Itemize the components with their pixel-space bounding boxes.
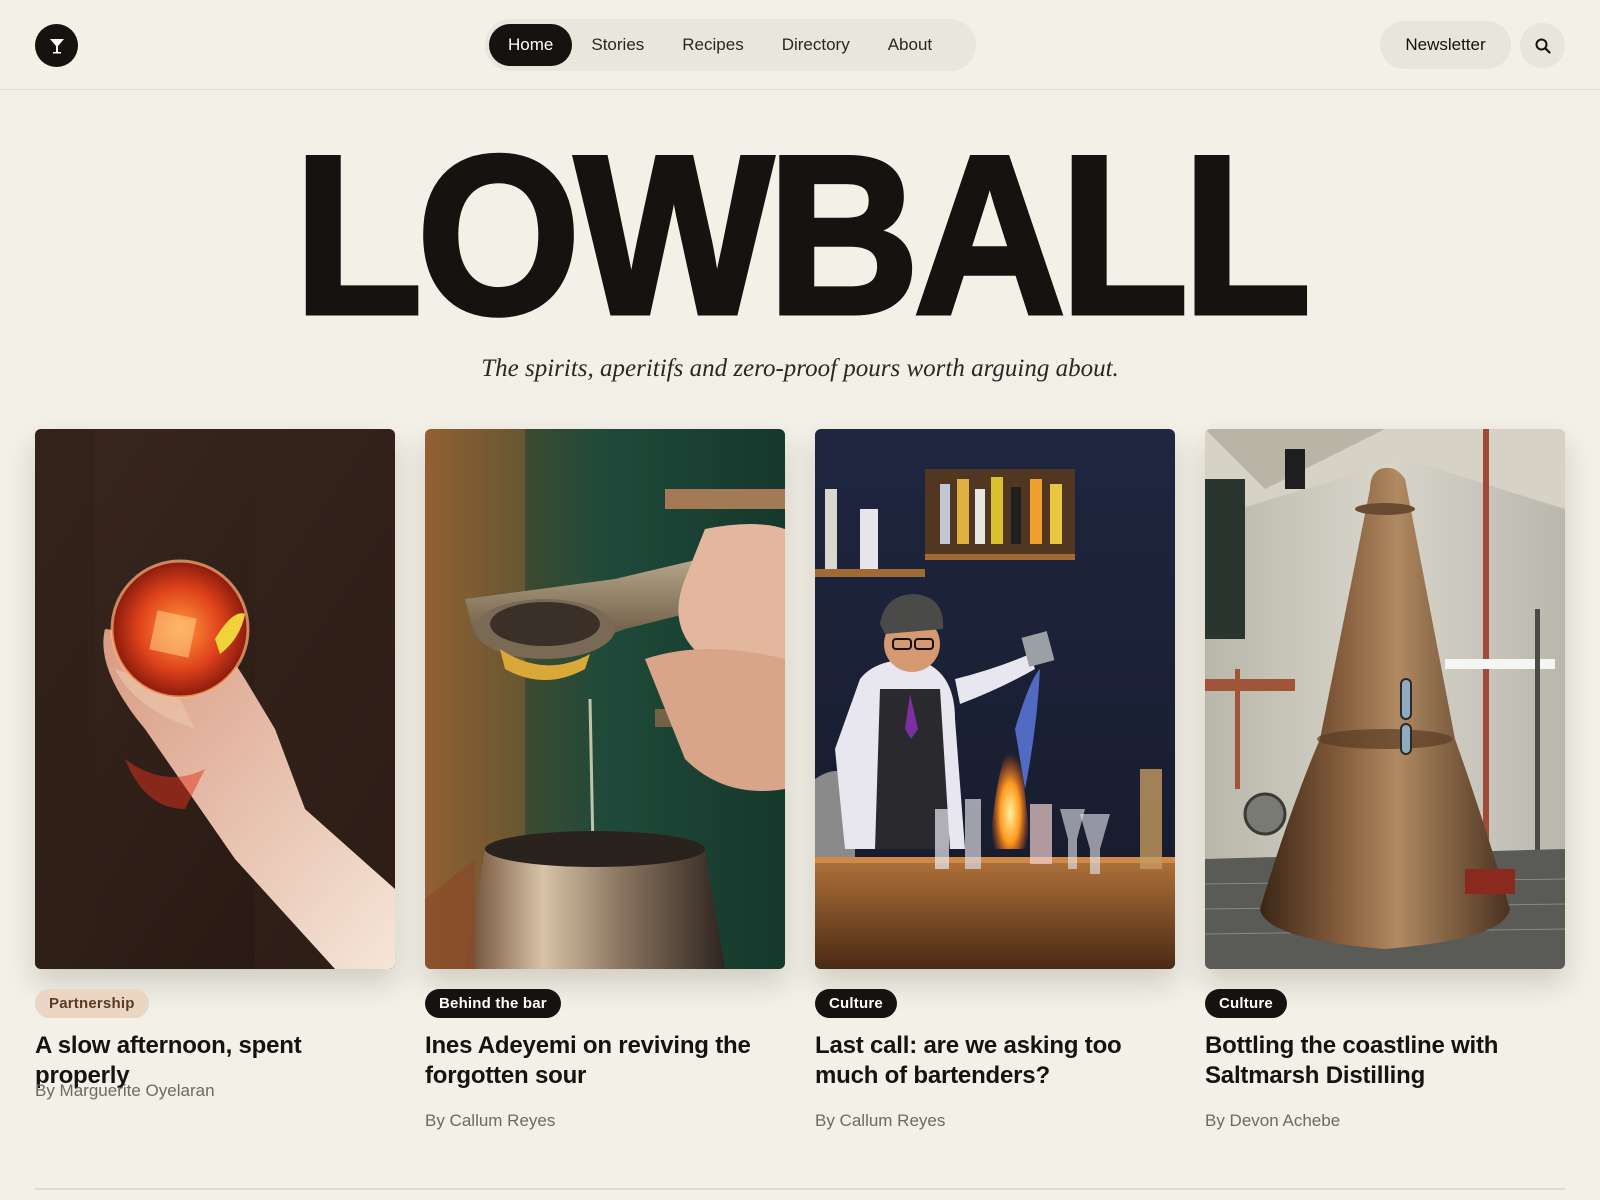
- story-card: Culture Bottling the coastline with Salt…: [1205, 429, 1565, 1130]
- story-image[interactable]: [425, 429, 785, 969]
- newsletter-button[interactable]: Newsletter: [1380, 21, 1511, 69]
- search-icon: [1535, 38, 1551, 54]
- story-title[interactable]: Bottling the coastline with Saltmarsh Di…: [1205, 1031, 1565, 1091]
- nav-item-about[interactable]: About: [869, 24, 951, 66]
- cocktail-glass-icon: [49, 38, 64, 53]
- story-image[interactable]: [1205, 429, 1565, 969]
- nav-item-directory[interactable]: Directory: [763, 24, 869, 66]
- story-author: By Devon Achebe: [1205, 1111, 1341, 1130]
- story-title[interactable]: Ines Adeyemi on reviving the forgotten s…: [425, 1031, 785, 1091]
- nav-item-recipes[interactable]: Recipes: [663, 24, 762, 66]
- story-author: By Callum Reyes: [425, 1111, 556, 1130]
- nav-item-stories[interactable]: Stories: [572, 24, 663, 66]
- story-author: By Callum Reyes: [815, 1111, 946, 1130]
- story-author: By Marguerite Oyelaran: [35, 1081, 215, 1100]
- nav-item-home[interactable]: Home: [489, 24, 573, 66]
- bartender-photo: [815, 429, 1175, 969]
- story-card: Partnership A slow afternoon, spent prop…: [35, 429, 395, 1100]
- negroni-photo: [35, 429, 395, 969]
- story-grid: Partnership A slow afternoon, spent prop…: [35, 429, 1565, 1130]
- story-image[interactable]: [35, 429, 395, 969]
- story-card: Culture Last call: are we asking too muc…: [815, 429, 1175, 1130]
- category-tag[interactable]: Culture: [1205, 989, 1287, 1018]
- masthead-title: LOWBALL: [292, 108, 1314, 361]
- story-image[interactable]: [815, 429, 1175, 969]
- citrus-press-photo: [425, 429, 785, 969]
- category-tag[interactable]: Culture: [815, 989, 897, 1018]
- masthead: LOWBALL: [0, 119, 1600, 350]
- main-nav: Home Stories Recipes Directory About: [485, 19, 976, 71]
- story-card: Behind the bar Ines Adeyemi on reviving …: [425, 429, 785, 1130]
- category-tag[interactable]: Partnership: [35, 989, 149, 1018]
- logo[interactable]: [35, 24, 78, 67]
- copper-still-photo: [1205, 429, 1565, 969]
- story-title[interactable]: Last call: are we asking too much of bar…: [815, 1031, 1175, 1091]
- search-button[interactable]: [1520, 23, 1565, 68]
- tagline: The spirits, aperitifs and zero-proof po…: [481, 355, 1119, 382]
- section-divider: [35, 1188, 1565, 1190]
- category-tag[interactable]: Behind the bar: [425, 989, 561, 1018]
- site-header: Home Stories Recipes Directory About New…: [0, 0, 1600, 90]
